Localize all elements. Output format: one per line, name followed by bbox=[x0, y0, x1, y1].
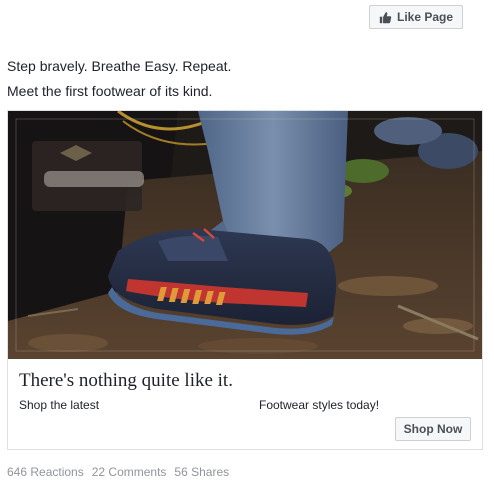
ad-post: Like Page Step bravely. Breathe Easy. Re… bbox=[0, 0, 494, 488]
like-page-label: Like Page bbox=[396, 10, 454, 24]
trail-shoe-photo bbox=[8, 111, 482, 359]
ad-description-right: Footwear styles today! bbox=[259, 398, 380, 412]
engagement-stats: 646 Reactions 22 Comments 56 Shares bbox=[7, 465, 229, 479]
ad-headline[interactable]: There's nothing quite like it. bbox=[19, 370, 233, 392]
ad-description-left: Shop the latest bbox=[19, 398, 100, 412]
ad-image[interactable] bbox=[8, 111, 482, 359]
ad-card[interactable]: There's nothing quite like it. Shop the … bbox=[7, 110, 483, 450]
comments-count[interactable]: 22 Comments bbox=[92, 465, 167, 479]
shop-now-button[interactable]: Shop Now bbox=[395, 417, 471, 441]
reactions-count[interactable]: 646 Reactions bbox=[7, 465, 84, 479]
like-page-button[interactable]: Like Page bbox=[369, 5, 463, 29]
shares-count[interactable]: 56 Shares bbox=[174, 465, 229, 479]
post-text-line-2: Meet the first footwear of its kind. bbox=[7, 83, 213, 99]
thumbs-up-icon bbox=[379, 11, 392, 24]
post-text-line-1: Step bravely. Breathe Easy. Repeat. bbox=[7, 58, 232, 74]
